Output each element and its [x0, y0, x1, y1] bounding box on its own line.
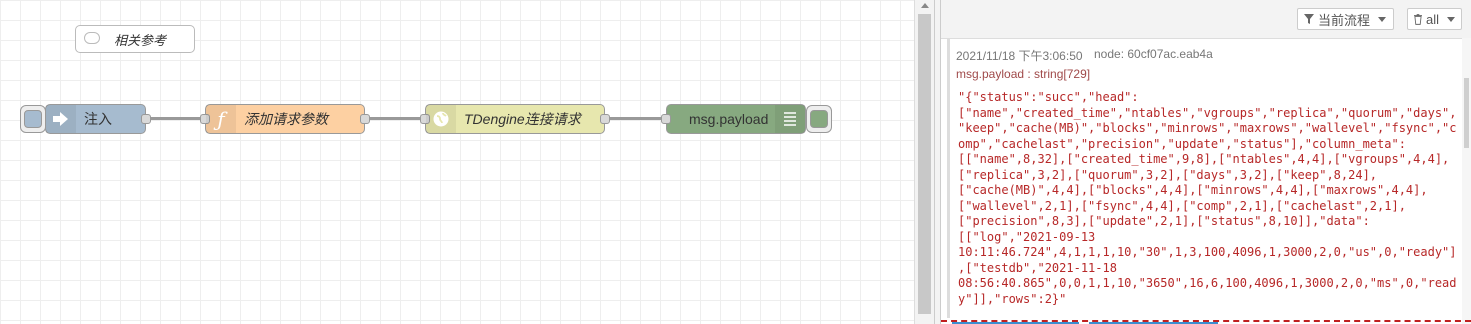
filter-dropdown-label: 当前流程 [1318, 12, 1371, 28]
chevron-down-icon [1378, 16, 1387, 22]
clear-dropdown[interactable]: all [1407, 8, 1462, 30]
trash-icon [1414, 13, 1422, 25]
comment-label: 相关参考 [114, 32, 167, 48]
function-node[interactable]: ƒ 添加请求参数 [200, 104, 370, 134]
wire[interactable] [369, 117, 424, 120]
inject-node-label: 注入 [84, 111, 112, 127]
debug-node[interactable]: msg.payload [661, 104, 806, 134]
sidebar-divider[interactable] [934, 0, 941, 324]
sidebar-scrollbar[interactable] [1462, 38, 1471, 324]
arrow-right-icon [46, 105, 76, 133]
sidebar-toolbar: 当前流程 all [941, 0, 1471, 39]
function-icon: ƒ [206, 105, 236, 133]
flow-workspace[interactable]: 相关参考 注入 ƒ 添加请求参数 TDengine连接请求 msg.payloa… [0, 0, 914, 324]
comment-node[interactable]: 相关参考 [75, 25, 195, 53]
message-node-link[interactable]: node: 60cf07ac.eab4a [1094, 47, 1213, 61]
debug-node-label: msg.payload [689, 111, 769, 127]
chevron-down-icon [1447, 16, 1455, 22]
workspace-scrollbar[interactable] [914, 0, 934, 324]
debug-message[interactable]: 2021/11/18 下午3:06:50 node: 60cf07ac.eab4… [947, 38, 1467, 318]
message-topic: msg.payload : string[729] [956, 67, 1091, 81]
comment-icon [84, 32, 100, 44]
clear-dropdown-label: all [1425, 11, 1439, 27]
debug-toggle-button[interactable] [806, 105, 832, 133]
sidebar-scrollbar-thumb[interactable] [1464, 78, 1469, 148]
debug-toggle-inner [810, 110, 828, 128]
message-payload[interactable]: "{"status":"succ","head": ["name","creat… [958, 90, 1460, 307]
message-timestamp: 2021/11/18 下午3:06:50 [956, 49, 1083, 63]
filter-icon [1304, 14, 1314, 24]
list-icon [775, 105, 805, 133]
http-node-label: TDengine连接请求 [464, 111, 581, 127]
http-request-node[interactable]: TDengine连接请求 [420, 104, 610, 134]
function-node-label: 添加请求参数 [244, 111, 328, 127]
filter-dropdown[interactable]: 当前流程 [1297, 8, 1394, 30]
wire[interactable] [609, 117, 665, 120]
inject-node[interactable]: 注入 [45, 104, 151, 134]
scrollbar-thumb[interactable] [918, 14, 931, 314]
inject-button[interactable] [20, 105, 46, 133]
debug-input-port[interactable] [661, 114, 671, 124]
inject-button-inner [24, 110, 42, 128]
debug-sidebar: 当前流程 all 2021/11/18 下午3:06:50 node: 60cf… [941, 0, 1471, 324]
globe-icon [426, 105, 456, 133]
wire[interactable] [150, 117, 204, 120]
scroll-up-icon[interactable] [921, 3, 929, 8]
